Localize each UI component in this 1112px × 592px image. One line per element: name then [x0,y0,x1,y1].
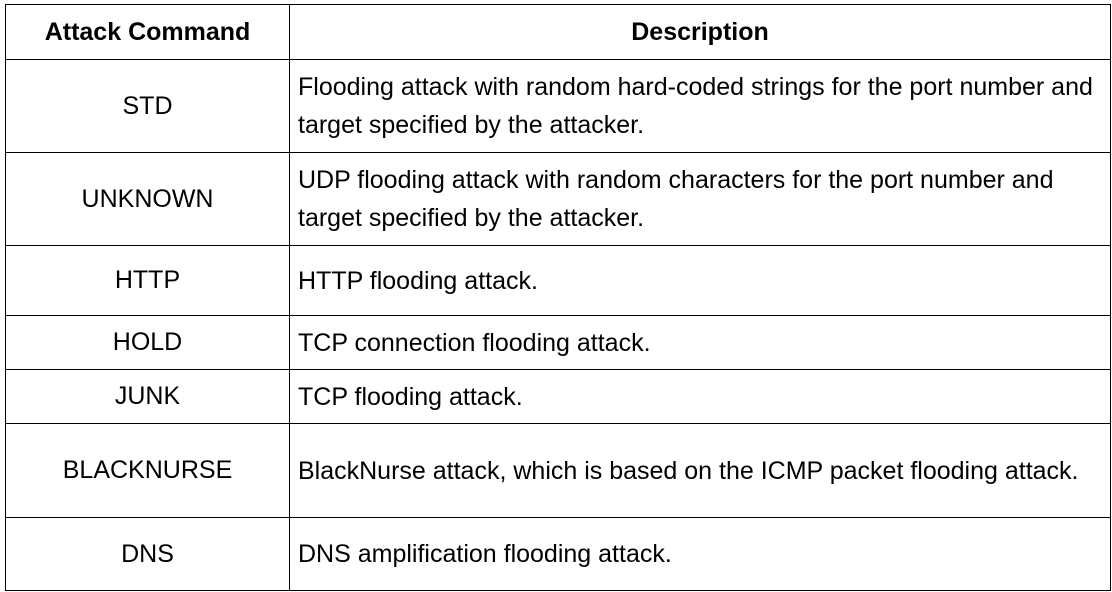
table-row: STD Flooding attack with random hard-cod… [5,59,1111,153]
header-attack-command: Attack Command [5,4,290,60]
command-cell: UNKNOWN [5,152,290,246]
description-cell: BlackNurse attack, which is based on the… [289,423,1111,518]
header-row: Attack Command Description [5,4,1111,60]
command-cell: BLACKNURSE [5,423,290,518]
description-cell: TCP connection flooding attack. [289,315,1111,370]
command-cell: DNS [5,517,290,591]
description-cell: UDP flooding attack with random characte… [289,152,1111,246]
description-cell: DNS amplification flooding attack. [289,517,1111,591]
header-description: Description [289,4,1111,60]
table-row: DNS DNS amplification flooding attack. [5,517,1111,591]
command-cell: HOLD [5,315,290,370]
table-row: HOLD TCP connection flooding attack. [5,315,1111,370]
description-cell: HTTP flooding attack. [289,245,1111,316]
description-cell: TCP flooding attack. [289,369,1111,424]
table-row: BLACKNURSE BlackNurse attack, which is b… [5,423,1111,518]
command-cell: STD [5,59,290,153]
table-row: UNKNOWN UDP flooding attack with random … [5,152,1111,246]
command-cell: HTTP [5,245,290,316]
description-cell: Flooding attack with random hard-coded s… [289,59,1111,153]
command-cell: JUNK [5,369,290,424]
attack-commands-table: Attack Command Description STD Flooding … [5,4,1111,591]
table-row: JUNK TCP flooding attack. [5,369,1111,424]
table-row: HTTP HTTP flooding attack. [5,245,1111,316]
